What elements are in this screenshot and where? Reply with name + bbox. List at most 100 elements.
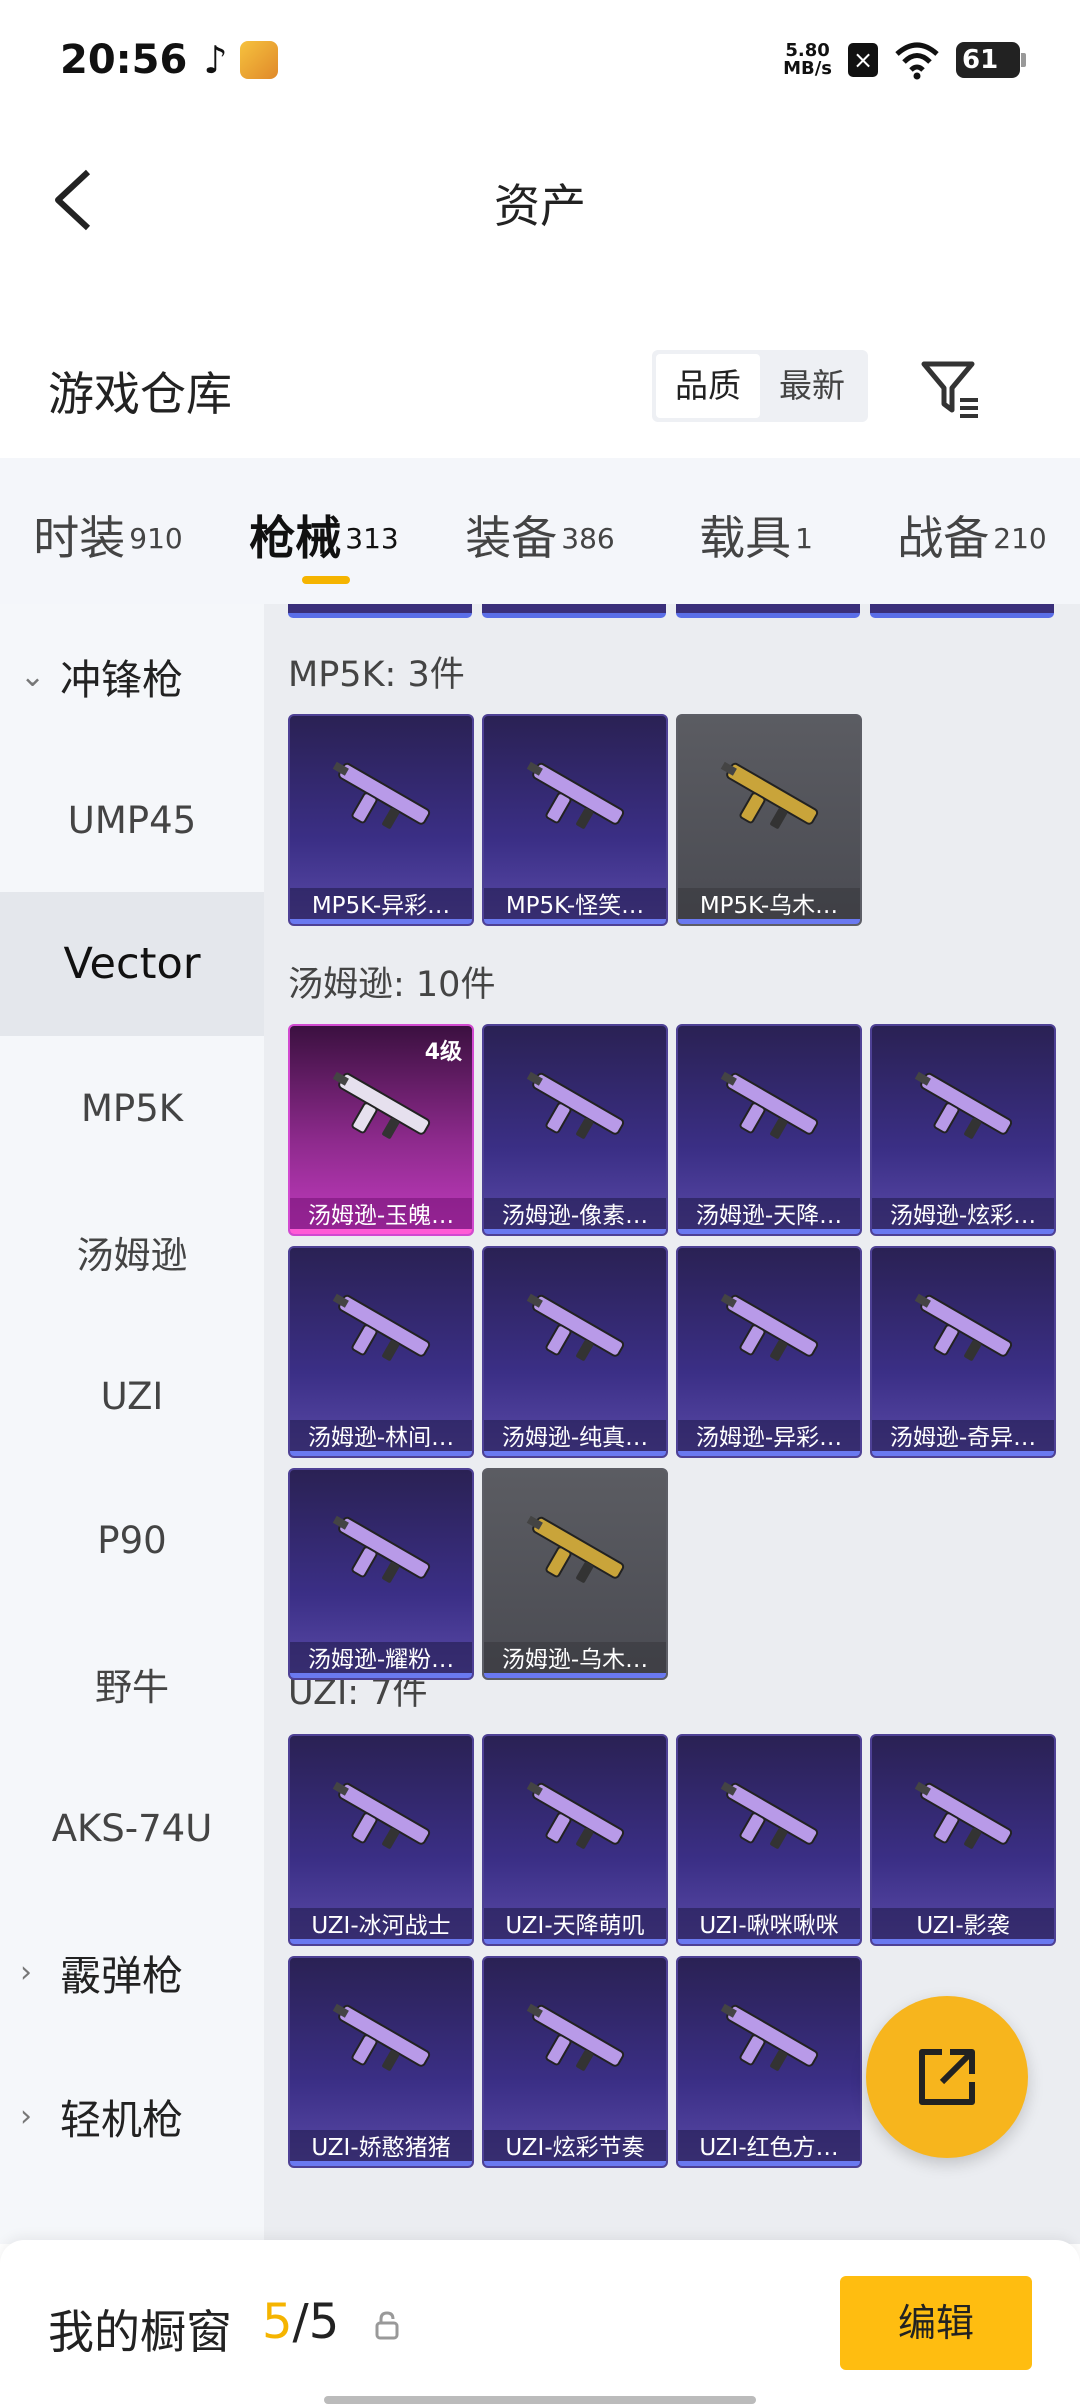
weapon-card-label: 汤姆逊-纯真… <box>484 1420 666 1456</box>
sidebar-item-vector[interactable]: Vector <box>0 892 264 1036</box>
weapon-skin-image <box>332 2003 431 2071</box>
net-speed-unit: MB/s <box>783 58 832 79</box>
chevron-right-icon: › <box>20 2098 32 2134</box>
weapon-skin-image <box>720 1293 819 1361</box>
weapon-card-label: MP5K-乌木… <box>678 888 860 924</box>
weapon-card[interactable]: 4级 汤姆逊-玉魄… <box>288 1024 474 1236</box>
weapon-card[interactable]: 汤姆逊-耀粉… <box>288 1468 474 1680</box>
tab-vehicles[interactable]: 载具 1 <box>648 458 864 604</box>
weapon-skin-image <box>332 1071 431 1139</box>
weapon-card[interactable]: UZI-娇憨猪猪 <box>288 1956 474 2168</box>
sidebar-group-lmg[interactable]: › 轻机枪 <box>0 2044 264 2188</box>
weapon-card[interactable]: 汤姆逊-天降… <box>676 1024 862 1236</box>
weapon-card[interactable]: 汤姆逊-乌木… <box>482 1468 668 1680</box>
weapon-card-label: UZI-红色方… <box>678 2130 860 2166</box>
sort-option-newest[interactable]: 最新 <box>760 354 864 418</box>
tab-fashion[interactable]: 时装 910 <box>0 458 216 604</box>
showcase-current: 5 <box>262 2294 293 2350</box>
sidebar-item-thompson[interactable]: 汤姆逊 <box>0 1180 264 1324</box>
sidebar-group-shotgun[interactable]: › 霰弹枪 <box>0 1900 264 2044</box>
tab-supplies[interactable]: 战备 210 <box>864 458 1080 604</box>
sort-option-quality[interactable]: 品质 <box>656 354 760 418</box>
showcase-bar: 我的橱窗 5/5 编辑 <box>0 2240 1080 2408</box>
tab-label: 装备 <box>465 511 558 565</box>
weapon-skin-image <box>526 1293 625 1361</box>
tab-count: 1 <box>795 521 813 555</box>
weapon-card-label: UZI-影袭 <box>872 1908 1054 1944</box>
weapon-card[interactable]: 汤姆逊-炫彩… <box>870 1024 1056 1236</box>
weapon-card[interactable]: UZI-冰河战士 <box>288 1734 474 1946</box>
sidebar-item-uzi[interactable]: UZI <box>0 1324 264 1468</box>
tab-guns[interactable]: 枪械 313 <box>216 458 432 604</box>
tab-count: 313 <box>345 521 399 555</box>
weapon-skin-image <box>526 2003 625 2071</box>
sidebar-item-ump45[interactable]: UMP45 <box>0 748 264 892</box>
section-title-thompson: 汤姆逊: 10件 <box>288 965 496 1005</box>
weapon-card[interactable]: MP5K-异彩… <box>288 714 474 926</box>
weapon-sidebar: ⌄ 冲锋枪 UMP45 Vector MP5K 汤姆逊 UZI P90 野牛 A… <box>0 604 264 2244</box>
weapon-card-label: 汤姆逊-玉魄… <box>290 1198 472 1234</box>
sidebar-group-label: 霰弹枪 <box>60 1952 183 2000</box>
chevron-right-icon: › <box>20 1954 32 1990</box>
tab-count: 210 <box>993 521 1047 555</box>
tab-label: 载具 <box>699 511 792 565</box>
tab-equipment[interactable]: 装备 386 <box>432 458 648 604</box>
home-indicator[interactable] <box>324 2396 756 2404</box>
weapon-card[interactable]: MP5K-怪笑… <box>482 714 668 926</box>
status-time: 20:56 <box>60 37 188 83</box>
share-icon <box>919 2049 975 2105</box>
net-speed: 5.80 MB/s <box>783 42 832 78</box>
weapon-card[interactable]: UZI-红色方… <box>676 1956 862 2168</box>
sidebar-item-aks74u[interactable]: AKS-74U <box>0 1756 264 1900</box>
app-icon <box>239 41 278 79</box>
weapon-card-label: 汤姆逊-炫彩… <box>872 1198 1054 1234</box>
filter-icon[interactable] <box>918 356 984 422</box>
sidebar-item-bizon[interactable]: 野牛 <box>0 1612 264 1756</box>
weapon-skin-image <box>332 1293 431 1361</box>
weapon-card[interactable]: UZI-影袭 <box>870 1734 1056 1946</box>
weapon-card-label: 汤姆逊-天降… <box>678 1198 860 1234</box>
weapon-card[interactable]: 汤姆逊-林间… <box>288 1246 474 1458</box>
previous-row-edge <box>288 604 1068 618</box>
showcase-count: 5/5 <box>262 2294 339 2350</box>
weapon-card[interactable]: UZI-炫彩节奏 <box>482 1956 668 2168</box>
sim-icon: × <box>848 43 878 77</box>
weapon-card-label: UZI-冰河战士 <box>290 1908 472 1944</box>
weapon-card[interactable]: 汤姆逊-像素… <box>482 1024 668 1236</box>
status-bar: 20:56 ♪ 5.80 MB/s × 61 <box>0 0 1080 120</box>
weapon-card-label: 汤姆逊-林间… <box>290 1420 472 1456</box>
sidebar-item-p90[interactable]: P90 <box>0 1468 264 1612</box>
weapon-skin-image <box>914 1781 1013 1849</box>
weapon-card-label: UZI-娇憨猪猪 <box>290 2130 472 2166</box>
weapon-card-label: 汤姆逊-耀粉… <box>290 1642 472 1678</box>
showcase-total: 5 <box>308 2294 340 2350</box>
sort-toggle: 品质 最新 <box>652 350 868 422</box>
weapon-card[interactable]: 汤姆逊-异彩… <box>676 1246 862 1458</box>
weapon-card-label: 汤姆逊-奇异… <box>872 1420 1054 1456</box>
weapon-card[interactable]: UZI-天降萌叽 <box>482 1734 668 1946</box>
weapon-card[interactable]: MP5K-乌木… <box>676 714 862 926</box>
weapon-card[interactable]: 汤姆逊-奇异… <box>870 1246 1056 1458</box>
showcase-separator: / <box>292 2294 309 2350</box>
sidebar-item-mp5k[interactable]: MP5K <box>0 1036 264 1180</box>
page-title: 资产 <box>494 179 586 233</box>
edit-button[interactable]: 编辑 <box>840 2276 1032 2370</box>
sidebar-group-smg[interactable]: ⌄ 冲锋枪 <box>0 604 264 748</box>
weapon-skin-image <box>720 1781 819 1849</box>
weapon-skin-image <box>526 1781 625 1849</box>
lock-icon <box>375 2311 399 2340</box>
weapon-card-label: 汤姆逊-乌木… <box>484 1642 666 1678</box>
weapon-card-label: MP5K-异彩… <box>290 888 472 924</box>
wifi-icon <box>895 42 939 80</box>
weapon-skin-image <box>332 1515 431 1583</box>
warehouse-title: 游戏仓库 <box>48 367 232 421</box>
weapon-card-label: UZI-天降萌叽 <box>484 1908 666 1944</box>
weapon-card-label: UZI-炫彩节奏 <box>484 2130 666 2166</box>
weapon-card[interactable]: 汤姆逊-纯真… <box>482 1246 668 1458</box>
tab-count: 910 <box>129 521 183 555</box>
share-button[interactable] <box>866 1996 1028 2158</box>
weapon-card[interactable]: UZI-啾咪啾咪 <box>676 1734 862 1946</box>
weapon-skin-image <box>914 1293 1013 1361</box>
weapon-card-label: 汤姆逊-像素… <box>484 1198 666 1234</box>
warehouse-row: 游戏仓库 品质 最新 <box>0 330 1080 440</box>
